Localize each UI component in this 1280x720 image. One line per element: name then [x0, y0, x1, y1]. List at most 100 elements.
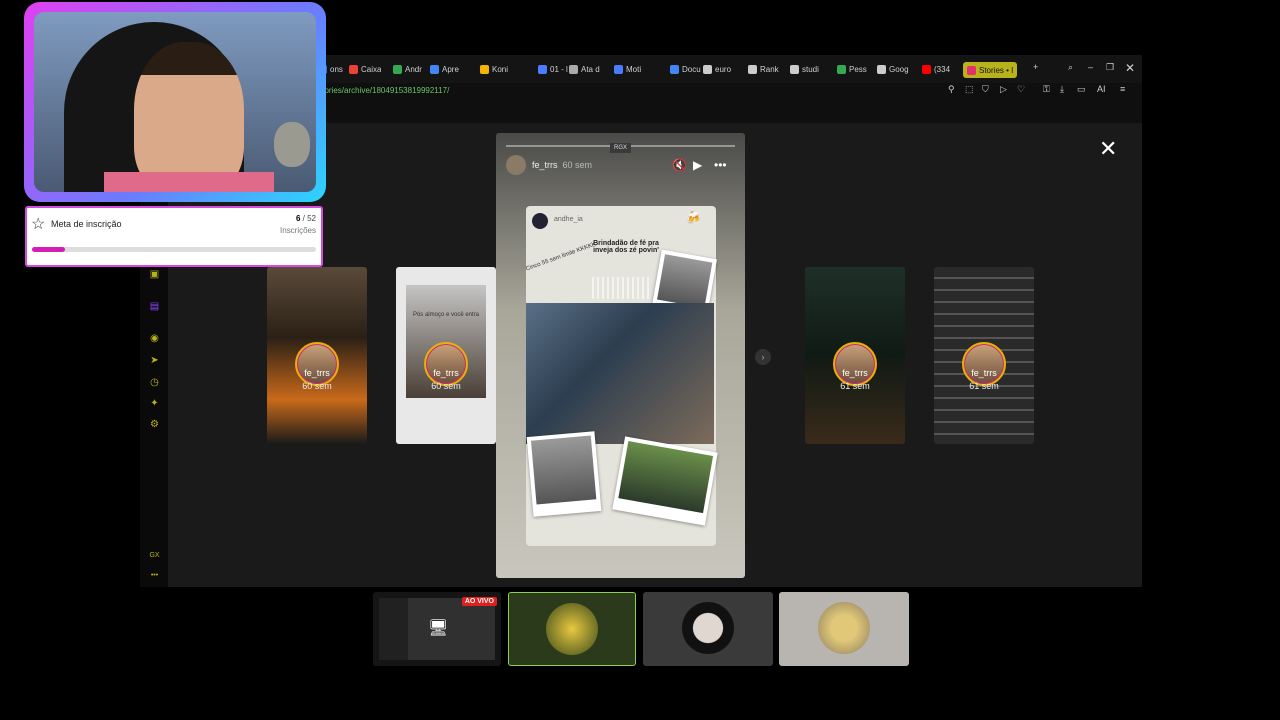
thumb-time: 61 sem	[969, 381, 999, 391]
gx-label[interactable]: GX	[149, 550, 160, 561]
tab[interactable]: Moti	[614, 61, 641, 77]
url-text[interactable]: /stories/archive/18049153819992117/	[316, 86, 449, 95]
tab-favicon-icon	[614, 64, 623, 74]
story-user[interactable]: fe_trrs 60 sem	[532, 160, 592, 170]
participant-tile-2[interactable]	[643, 592, 773, 666]
download-icon[interactable]: ⤓	[1060, 84, 1064, 95]
extensions-icon[interactable]: ✦	[149, 398, 160, 409]
webcam-feed	[34, 12, 316, 192]
twitch-icon[interactable]: ▤	[149, 301, 160, 312]
goal-title: Meta de inscrição	[51, 219, 122, 229]
tab-label: Rank	[760, 64, 779, 74]
settings-icon[interactable]: ⚙	[149, 419, 160, 430]
story-thumb-4[interactable]: fe_trrs 61 sem	[934, 267, 1034, 444]
next-story-arrow[interactable]: ›	[755, 349, 771, 365]
monitor-icon: 🖥	[428, 620, 449, 637]
new-tab-icon[interactable]: +	[1033, 62, 1038, 72]
avatar	[818, 602, 870, 654]
avatar	[546, 603, 598, 655]
thumb-username: fe_trrs	[304, 368, 330, 378]
lock-icon[interactable]: ⚿	[1043, 84, 1050, 95]
tab-favicon-icon	[569, 64, 578, 74]
tab-favicon-icon	[837, 64, 846, 74]
story-time: 60 sem	[562, 160, 593, 170]
more-icon[interactable]: •••	[149, 570, 160, 581]
thumb-username: fe_trrs	[433, 368, 459, 378]
tab[interactable]: Pess	[837, 61, 867, 77]
tab-label: (334	[934, 64, 951, 74]
tab[interactable]: 01 - l	[538, 61, 568, 77]
history-icon[interactable]: ◷	[149, 377, 160, 388]
tab[interactable]: Koni	[480, 61, 508, 77]
tab[interactable]: studi	[790, 61, 819, 77]
search-icon[interactable]: ⌕	[1068, 62, 1073, 73]
play-icon[interactable]: ▷	[1000, 84, 1007, 95]
tab[interactable]: Ata d	[569, 61, 600, 77]
mute-icon[interactable]: 🔇	[672, 158, 687, 172]
participant-tile-3[interactable]	[779, 592, 909, 666]
tab-label: euro	[715, 64, 732, 74]
audio-waveform	[592, 277, 652, 299]
tab[interactable]: Goog	[877, 61, 909, 77]
instagram-icon	[967, 65, 976, 75]
tab-label: 01 - l	[550, 64, 568, 74]
tab-favicon-icon	[430, 64, 439, 74]
tab[interactable]: Docu	[670, 61, 701, 77]
repost-card: andhe_ia 🍻 Brindadão de fé pra inveja do…	[525, 206, 718, 546]
story-thumb-1[interactable]: fe_trrs 60 sem	[267, 267, 367, 444]
player-icon[interactable]: ◉	[149, 333, 160, 344]
tab-active[interactable]: Stories • I	[963, 62, 1018, 78]
minimize-icon[interactable]: –	[1088, 62, 1093, 72]
tab-favicon-icon	[748, 64, 757, 74]
tab-label: Caixa	[361, 64, 382, 74]
restore-icon[interactable]: ❐	[1106, 62, 1114, 73]
battery-icon[interactable]: ▭	[1077, 84, 1086, 95]
tab-favicon-icon	[922, 64, 931, 74]
tab[interactable]: euro	[703, 61, 731, 77]
tab-label: Pess	[849, 64, 867, 74]
thumb-time: 60 sem	[302, 381, 332, 391]
thumb-time: 60 sem	[431, 381, 461, 391]
more-options-icon[interactable]: •••	[714, 158, 727, 172]
participant-tile-1[interactable]	[508, 592, 636, 666]
subscription-goal-widget: ☆ Meta de inscrição 6 / 52 Inscrições	[25, 206, 323, 267]
tab[interactable]: Andr	[393, 61, 422, 77]
tab[interactable]: Caixa	[349, 61, 381, 77]
play-icon[interactable]: ▶	[693, 158, 702, 172]
close-stories-icon[interactable]: ✕	[1099, 136, 1117, 162]
avatar	[506, 155, 526, 175]
thumb-username: fe_trrs	[842, 368, 868, 378]
avatar	[833, 342, 877, 386]
avatar	[682, 602, 734, 654]
tab-favicon-icon	[538, 64, 547, 74]
story-thumb-2[interactable]: Pós almoço e você entra fe_trrs 60 sem	[396, 267, 496, 444]
avatar	[424, 342, 468, 386]
goal-label: Inscrições	[279, 226, 316, 235]
star-icon: ☆	[31, 216, 46, 233]
streamer-shirt	[104, 172, 274, 192]
tab-label: Moti	[626, 64, 642, 74]
heart-icon[interactable]: ♡	[1017, 84, 1025, 95]
tab-favicon-icon	[877, 64, 886, 74]
ai-button[interactable]: AI	[1097, 84, 1106, 94]
diagonal-caption: Cinco 55 sem limite KKKKK	[525, 241, 597, 273]
sidebar-messenger-icon[interactable]: ▣	[149, 269, 160, 280]
tab-label: studi	[802, 64, 819, 74]
screen-share-tile[interactable]: AO VIVO 🖥	[373, 592, 501, 666]
pin-icon[interactable]: ⚲	[948, 84, 955, 95]
tab-label: Andr	[405, 64, 422, 74]
avatar	[295, 342, 339, 386]
story-main[interactable]: RGX fe_trrs 60 sem 🔇 ▶ ••• andhe_ia 🍻 Bri…	[496, 133, 745, 578]
thumb-time: 61 sem	[840, 381, 870, 391]
close-window-icon[interactable]: ✕	[1125, 61, 1135, 75]
menu-icon[interactable]: ≡	[1120, 84, 1125, 94]
snapshot-icon[interactable]: ⬚	[965, 84, 974, 95]
send-icon[interactable]: ➤	[149, 355, 160, 366]
tab-favicon-icon	[393, 64, 402, 74]
tab[interactable]: Rank	[748, 61, 779, 77]
tab[interactable]: (334	[922, 61, 950, 77]
shield-icon[interactable]: ⛉	[982, 84, 989, 95]
tab[interactable]: Apre	[430, 61, 459, 77]
story-thumb-3[interactable]: fe_trrs 61 sem	[805, 267, 905, 444]
group-photo	[526, 303, 714, 444]
